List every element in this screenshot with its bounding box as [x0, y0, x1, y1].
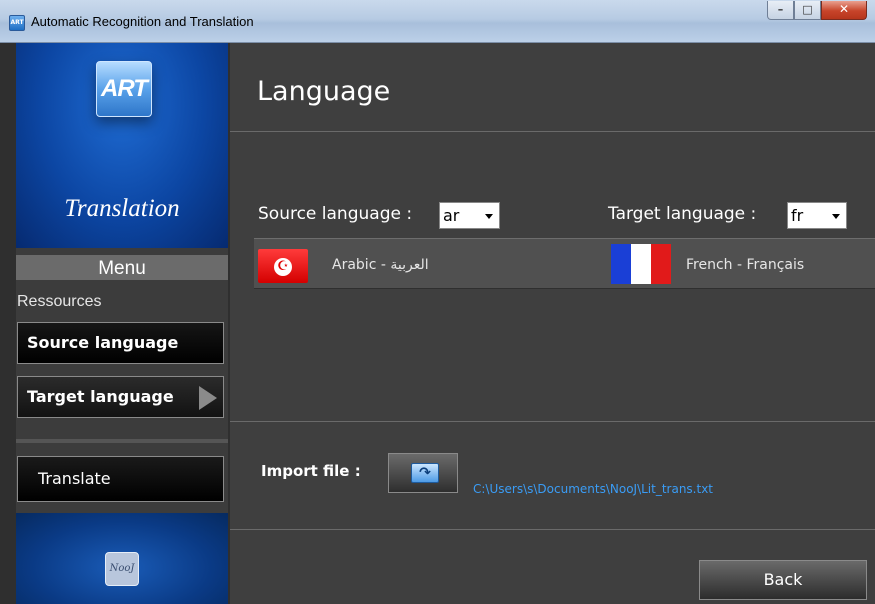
open-folder-icon: ↷ [411, 463, 439, 483]
window-title: Automatic Recognition and Translation [31, 14, 254, 29]
sidebar: ART Translation Menu Ressources Source l… [0, 43, 230, 604]
nooj-panel: NooJ [16, 513, 228, 604]
page-title: Language [257, 76, 391, 107]
file-path-link[interactable]: C:\Users\s\Documents\NooJ\Lit_trans.txt [473, 482, 713, 496]
back-button[interactable]: Back [699, 560, 867, 600]
language-strip: ☪ Arabic - العربية French - Français [254, 238, 875, 289]
import-file-button[interactable]: ↷ [388, 453, 458, 493]
target-language-button[interactable]: Target language [17, 376, 224, 418]
nooj-logo-icon: NooJ [105, 552, 139, 586]
brand-title: Translation [64, 195, 180, 222]
brand-panel: ART Translation [16, 43, 228, 248]
ressources-label: Ressources [17, 293, 102, 310]
title-bar: ART Automatic Recognition and Translatio… [0, 0, 875, 43]
minimize-button[interactable]: – [767, 1, 794, 20]
translate-button[interactable]: Translate [17, 456, 224, 502]
source-language-label: Source language [27, 333, 179, 352]
france-flag-icon [611, 244, 671, 284]
main-panel: Language Source language : ar Target lan… [230, 43, 875, 604]
source-language-button[interactable]: Source language [17, 322, 224, 364]
target-language-label: Target language [27, 387, 174, 406]
chevron-down-icon [832, 214, 840, 219]
close-button[interactable]: ✕ [821, 1, 867, 20]
source-language-value: ar [443, 206, 460, 225]
tunisia-flag-icon: ☪ [258, 249, 308, 283]
chevron-right-icon [199, 386, 217, 410]
target-language-name: French - Français [686, 257, 805, 273]
target-language-value: fr [791, 206, 804, 225]
target-language-select[interactable]: fr [787, 202, 847, 229]
crescent-star-icon: ☪ [274, 257, 292, 276]
app-icon: ART [9, 15, 25, 31]
divider [230, 529, 875, 530]
maximize-button[interactable]: □ [794, 1, 821, 20]
import-file-label: Import file : [261, 462, 361, 480]
target-language-field-label: Target language : [608, 204, 757, 224]
menu-header: Menu [16, 255, 228, 280]
divider [230, 421, 875, 422]
divider [230, 131, 875, 132]
source-language-name: Arabic - العربية [332, 257, 429, 273]
source-language-select[interactable]: ar [439, 202, 500, 229]
chevron-down-icon [485, 214, 493, 219]
source-language-field-label: Source language : [258, 204, 413, 224]
art-logo-icon: ART [96, 61, 152, 117]
sidebar-divider [16, 439, 228, 443]
window-controls: – □ ✕ [767, 1, 867, 20]
